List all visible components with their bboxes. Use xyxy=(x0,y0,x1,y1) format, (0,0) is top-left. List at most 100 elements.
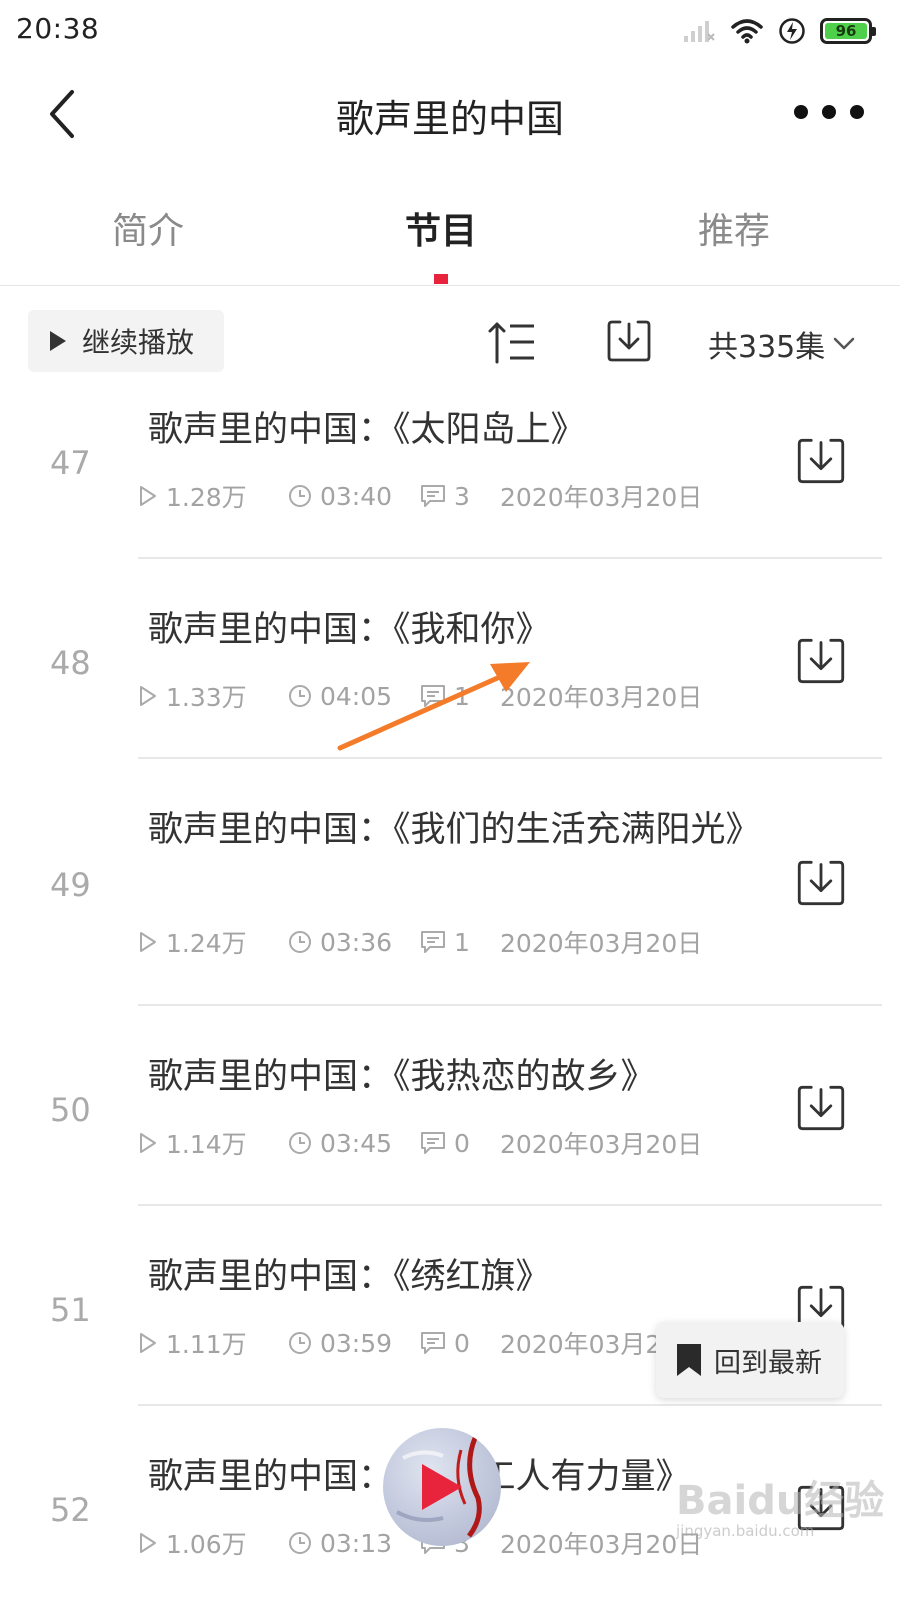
episode-title[interactable]: 歌声里的中国：《绣红旗》 xyxy=(148,1253,768,1301)
episode-count-label: 共335集 xyxy=(708,330,826,365)
battery-icon: 96 xyxy=(820,18,876,44)
download-icon xyxy=(797,438,845,484)
batch-download-button[interactable] xyxy=(606,318,652,364)
duration-value: 03:59 xyxy=(320,1328,393,1358)
sort-button[interactable] xyxy=(488,320,538,364)
download-icon xyxy=(797,860,845,906)
play-outline-icon xyxy=(140,1333,156,1353)
more-dot xyxy=(850,105,864,119)
publish-date: 2020年03月20日 xyxy=(500,483,703,512)
episode-download-button[interactable] xyxy=(796,636,846,686)
play-outline-icon xyxy=(140,932,156,952)
play-count-value: 1.24万 xyxy=(166,929,247,958)
play-count: 1.14万 xyxy=(138,1125,288,1161)
back-to-latest-button[interactable]: 回到最新 xyxy=(656,1322,844,1398)
tab-bar: 简介 节目 推荐 xyxy=(0,166,900,286)
row-divider xyxy=(138,1404,882,1406)
play-count-value: 1.28万 xyxy=(166,483,247,512)
header: 歌声里的中国 xyxy=(0,62,900,166)
download-icon xyxy=(607,320,651,362)
comment-count: 0 xyxy=(420,1329,500,1358)
episode-meta: 1.24万 03:36 1 2020年03月20日 xyxy=(138,924,702,960)
watermark: Baidu经验 jingyan.baidu.com xyxy=(676,1468,886,1554)
duration-value: 03:13 xyxy=(320,1528,393,1558)
duration-value: 03:45 xyxy=(320,1128,393,1158)
watermark-brand: Baidu经验 xyxy=(676,1478,885,1524)
row-divider xyxy=(138,1004,882,1006)
mini-player[interactable] xyxy=(383,1428,501,1546)
continue-play-button[interactable]: 继续播放 xyxy=(28,310,224,372)
episode-meta: 1.28万 03:40 3 2020年03月20日 xyxy=(138,478,702,514)
comment-count-value: 0 xyxy=(454,1328,470,1358)
clock-icon xyxy=(289,1532,311,1554)
continue-play-label: 继续播放 xyxy=(82,326,195,359)
episode-title[interactable]: 歌声里的中国：《我们的生活充满阳光》 xyxy=(148,806,768,854)
mini-player-play-icon xyxy=(422,1464,462,1510)
wifi-icon xyxy=(731,19,763,44)
download-icon xyxy=(797,1085,845,1131)
annotation-arrow xyxy=(337,662,530,751)
comment-icon xyxy=(421,931,445,953)
play-count: 1.11万 xyxy=(138,1325,288,1361)
more-dot xyxy=(794,105,808,119)
episode-number: 48 xyxy=(50,644,91,682)
clock-icon xyxy=(289,685,311,707)
clock-icon xyxy=(289,1132,311,1154)
duration-value: 03:40 xyxy=(320,481,393,511)
play-outline-icon xyxy=(140,1133,156,1153)
episode-number: 50 xyxy=(50,1091,91,1129)
page-title: 歌声里的中国 xyxy=(335,97,564,141)
comment-count-value: 3 xyxy=(454,481,470,511)
charging-icon xyxy=(779,18,805,44)
active-tab-indicator xyxy=(434,274,448,284)
episode-download-button[interactable] xyxy=(796,858,846,908)
publish-date: 2020年03月20日 xyxy=(500,929,703,958)
play-count-value: 1.14万 xyxy=(166,1130,247,1159)
status-icons: 96 xyxy=(682,14,876,48)
comment-count: 1 xyxy=(420,928,500,957)
tab-recommend[interactable]: 推荐 xyxy=(634,202,834,254)
episode-meta: 1.11万 03:59 0 2020年03月20日 xyxy=(138,1325,702,1361)
duration: 03:36 xyxy=(288,928,420,957)
tab-programs[interactable]: 节目 xyxy=(341,202,541,254)
publish-date: 2020年03月20日 xyxy=(500,1530,703,1559)
bookmark-icon xyxy=(677,1344,701,1376)
episode-download-button[interactable] xyxy=(796,1083,846,1133)
episode-number: 49 xyxy=(50,866,91,904)
episode-download-button[interactable] xyxy=(796,436,846,486)
play-count-value: 1.06万 xyxy=(166,1530,247,1559)
episode-title[interactable]: 歌声里的中国：《太阳岛上》 xyxy=(148,406,768,454)
sort-icon xyxy=(488,322,534,364)
comment-icon xyxy=(421,1332,445,1354)
play-outline-icon xyxy=(140,486,156,506)
comment-count: 0 xyxy=(420,1129,500,1158)
row-divider xyxy=(138,557,882,559)
status-time: 20:38 xyxy=(16,12,100,45)
episode-title[interactable]: 歌声里的中国：《我热恋的故乡》 xyxy=(148,1053,768,1101)
tab-intro[interactable]: 简介 xyxy=(48,202,248,254)
comment-icon xyxy=(421,485,445,507)
row-divider xyxy=(138,1204,882,1206)
download-icon xyxy=(797,638,845,684)
episode-count-dropdown[interactable]: 共335集 xyxy=(708,322,855,366)
battery-level: 96 xyxy=(825,22,867,40)
play-count: 1.06万 xyxy=(138,1525,288,1561)
episode-title[interactable]: 歌声里的中国：《我和你》 xyxy=(148,606,768,654)
publish-date: 2020年03月20日 xyxy=(500,1130,703,1159)
duration: 03:40 xyxy=(288,482,420,511)
clock-icon xyxy=(289,931,311,953)
comment-count-value: 1 xyxy=(454,927,470,957)
signal-icon xyxy=(684,21,715,42)
more-button[interactable] xyxy=(794,92,864,132)
more-dot xyxy=(822,105,836,119)
play-count-value: 1.11万 xyxy=(166,1330,247,1359)
duration-value: 03:36 xyxy=(320,927,393,957)
list-toolbar: 继续播放 共335集 xyxy=(0,310,900,374)
play-count: 1.28万 xyxy=(138,478,288,514)
duration: 03:59 xyxy=(288,1329,420,1358)
episode-number: 52 xyxy=(50,1491,91,1529)
episode-number: 51 xyxy=(50,1291,91,1329)
chevron-down-icon xyxy=(834,337,855,350)
duration: 03:45 xyxy=(288,1129,420,1158)
clock-icon xyxy=(289,485,311,507)
